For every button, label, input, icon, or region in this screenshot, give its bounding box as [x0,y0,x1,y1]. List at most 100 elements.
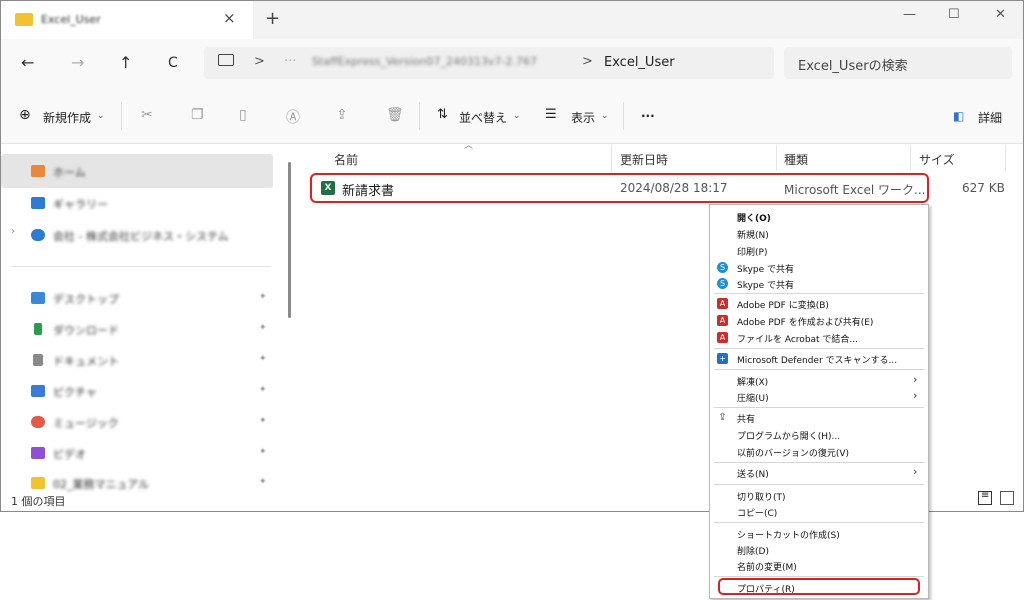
menu-item-print[interactable]: 印刷(P) [737,245,767,258]
nav-scrollbar[interactable] [288,162,291,318]
divider [419,102,420,130]
breadcrumb-blurred[interactable]: StaffExpress_Version07_240313v7-2.767 [312,55,537,68]
view-button[interactable]: 表示 [571,109,595,126]
sidebar-item-label: ダウンロード [53,324,119,337]
menu-item-open[interactable]: 開く(O) [737,211,771,224]
search-input[interactable]: Excel_Userの検索 [784,47,1012,79]
menu-item-acrobat-combine[interactable]: ファイルを Acrobat で結合... [737,332,858,345]
chevron-down-icon: ⌄ [513,111,521,121]
list-icon: ≡ [981,490,990,501]
menu-item-rename[interactable]: 名前の変更(M) [737,560,797,573]
sidebar-item-label: ギャラリー [53,198,108,211]
menu-item-send-to[interactable]: 送る(N) [737,467,769,480]
chevron-right-icon: > [254,54,265,69]
address-bar[interactable]: > ··· StaffExpress_Version07_240313v7-2.… [204,47,774,79]
tiles-view-button[interactable] [1000,491,1014,505]
back-button[interactable]: ← [21,53,34,72]
menu-separator [714,293,924,294]
cut-icon[interactable]: ✂ [141,107,153,123]
menu-item-skype-share[interactable]: Skype で共有 [737,262,794,275]
column-header-date[interactable]: 更新日時 [620,151,668,168]
menu-item-restore-versions[interactable]: 以前のバージョンの復元(V) [737,446,849,459]
ellipsis[interactable]: ··· [284,54,296,69]
copy-icon[interactable]: ❐ [191,107,204,123]
music-icon [31,416,45,428]
menu-item-properties[interactable]: プロパティ(R) [737,582,795,595]
menu-item-skype-share-2[interactable]: Skype で共有 [737,278,794,291]
divider [121,102,122,130]
menu-item-extract[interactable]: 解凍(X) [737,375,768,388]
column-header-name[interactable]: 名前 [334,151,358,168]
file-date: 2024/08/28 18:17 [620,181,728,195]
address-row: ← → ↑ C > ··· StaffExpress_Version07_240… [1,39,1023,89]
menu-separator [714,576,924,577]
menu-item-compress[interactable]: 圧縮(U) [737,391,769,404]
details-pane-icon: ◧ [953,109,965,123]
up-button[interactable]: ↑ [119,53,132,72]
chevron-down-icon: ⌄ [97,111,105,121]
menu-item-create-shortcut[interactable]: ショートカットの作成(S) [737,528,840,541]
pin-icon: ✦ [259,385,267,395]
menu-item-copy[interactable]: コピー(C) [737,506,777,519]
pictures-icon [31,385,45,397]
chevron-down-icon: ⌄ [601,111,609,121]
tab-excel-user[interactable]: Excel_User × [1,1,253,39]
divider [623,102,624,130]
menu-item-new[interactable]: 新規(N) [737,228,769,241]
minimize-button[interactable]: — [903,7,916,22]
menu-separator [714,522,924,523]
menu-separator [714,407,924,408]
new-tab-button[interactable]: + [265,8,280,29]
pin-icon: ✦ [259,477,267,487]
file-name[interactable]: 新請求書 [342,180,394,199]
sort-button[interactable]: 並べ替え [459,109,507,126]
command-bar: ⊕ 新規作成 ⌄ ✂ ❐ ▯ Ⓐ ⇪ 🗑 ⇅ 並べ替え ⌄ ☰ 表示 ⌄ ···… [1,89,1023,144]
menu-item-open-with[interactable]: プログラムから開く(H)... [737,429,840,442]
column-divider[interactable] [1005,145,1006,171]
chevron-right-icon: › [913,373,918,386]
desktop-icon [31,292,45,304]
new-button[interactable]: 新規作成 [43,109,91,126]
sidebar-item-label: ホーム [53,166,86,179]
chevron-right-icon[interactable]: › [11,226,15,237]
gallery-icon [31,197,45,209]
refresh-button[interactable]: C [168,55,178,71]
more-button[interactable]: ··· [641,109,655,123]
context-menu: 開く(O) 新規(N) 印刷(P) S Skype で共有 S Skype で共… [709,204,929,599]
details-button[interactable]: 詳細 [978,109,1002,126]
column-divider[interactable] [776,145,777,171]
file-type: Microsoft Excel ワーク... [784,183,926,197]
paste-icon[interactable]: ▯ [239,107,247,123]
menu-item-pdf-share[interactable]: Adobe PDF を作成および共有(E) [737,315,873,328]
share-icon: ⇪ [718,412,727,423]
folder-icon [15,13,33,26]
chevron-right-icon: › [913,465,918,478]
pin-icon: ✦ [259,447,267,457]
sidebar-item-label: 会社 - 株式会社ビジネス・システム [53,230,229,243]
status-item-count: 1 個の項目 [11,495,66,508]
maximize-button[interactable]: ☐ [948,7,960,22]
menu-item-defender-scan[interactable]: Microsoft Defender でスキャンする... [737,353,897,366]
title-bar: Excel_User × + — ☐ ✕ [1,1,1023,39]
menu-item-pdf-convert[interactable]: Adobe PDF に変換(B) [737,298,829,311]
column-divider[interactable] [611,145,612,171]
details-view-button[interactable]: ≡ [978,490,992,505]
excel-file-icon: X [321,181,335,195]
rename-icon[interactable]: Ⓐ [286,107,300,127]
share-icon[interactable]: ⇪ [336,107,348,123]
menu-item-share[interactable]: 共有 [737,412,755,425]
forward-button[interactable]: → [71,53,84,72]
column-header-size[interactable]: サイズ [919,151,955,168]
close-tab-icon[interactable]: × [223,9,236,27]
breadcrumb-current[interactable]: Excel_User [604,55,675,70]
menu-item-delete[interactable]: 削除(D) [737,544,769,557]
column-header-type[interactable]: 種類 [784,151,808,168]
pin-icon: ✦ [259,416,267,426]
adobe-pdf-icon: A [717,298,728,309]
column-divider[interactable] [910,145,911,171]
menu-item-cut[interactable]: 切り取り(T) [737,490,786,503]
sidebar-item-label: デスクトップ [53,293,119,306]
close-window-button[interactable]: ✕ [995,7,1006,22]
delete-icon[interactable]: 🗑 [386,107,404,123]
skype-icon: S [717,278,728,289]
